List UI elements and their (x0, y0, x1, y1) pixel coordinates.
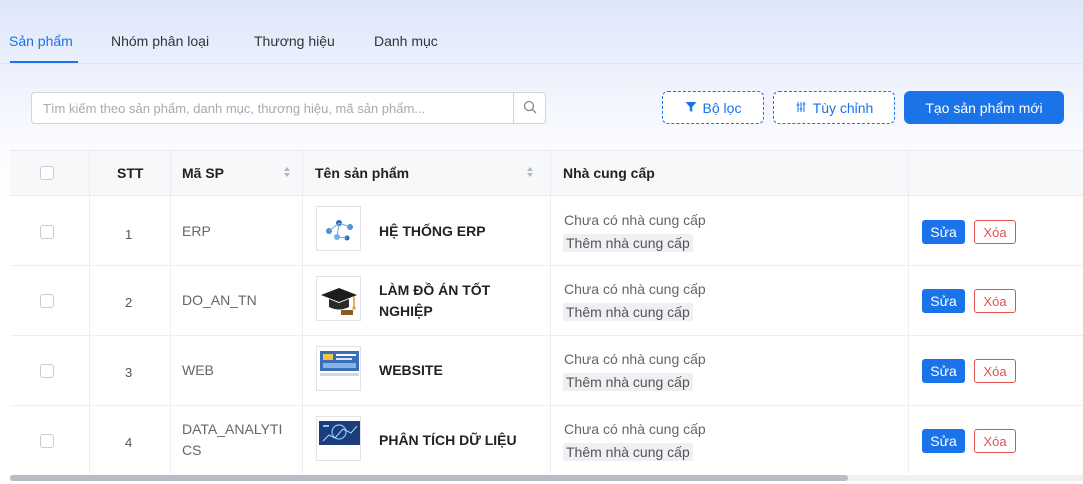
delete-button[interactable]: Xóa (974, 220, 1016, 244)
add-supplier-link[interactable]: Thêm nhà cung cấp (563, 234, 693, 252)
tab-bar: Sản phẩm Nhóm phân loại Thương hiệu Danh… (0, 0, 1083, 64)
delete-button[interactable]: Xóa (974, 289, 1016, 313)
row-product-name: PHÂN TÍCH DỮ LIỆU (379, 432, 517, 448)
add-supplier-link[interactable]: Thêm nhà cung cấp (563, 303, 693, 321)
row-stt: 2 (125, 295, 133, 310)
edit-button[interactable]: Sửa (922, 220, 965, 244)
network-image (316, 206, 361, 251)
create-product-button[interactable]: Tạo sản phẩm mới (904, 91, 1064, 124)
delete-button[interactable]: Xóa (974, 359, 1016, 383)
row-supplier: Chưa có nhà cung cấp (564, 351, 706, 367)
product-table: STT Mã SP Tên sản phẩm Nhà cung cấp 1 ER… (10, 150, 1083, 473)
search-input[interactable] (32, 93, 514, 123)
row-checkbox[interactable] (40, 225, 54, 239)
data-analytics-image (316, 416, 361, 461)
table-row: 2 DO_AN_TN LÀM ĐỒ ÁN TỐT NGHIỆP Chưa có … (10, 266, 1083, 336)
row-code: DATA_ANALYTI CS (182, 421, 283, 458)
tab-thuong-hieu[interactable]: Thương hiệu (254, 33, 335, 49)
delete-button[interactable]: Xóa (974, 429, 1016, 453)
row-code: WEB (182, 362, 214, 378)
table-row: 1 ERP HỆ THỐNG ERP Chưa có nhà cung cấp … (10, 196, 1083, 266)
row-supplier: Chưa có nhà cung cấp (564, 212, 706, 228)
sliders-icon (795, 100, 807, 116)
row-checkbox[interactable] (40, 364, 54, 378)
edit-button[interactable]: Sửa (922, 359, 965, 383)
row-stt: 4 (125, 435, 133, 450)
tab-san-pham[interactable]: Sản phẩm (9, 33, 73, 49)
tab-danh-muc[interactable]: Danh mục (374, 33, 438, 49)
row-checkbox[interactable] (40, 434, 54, 448)
row-stt: 1 (125, 227, 133, 242)
table-header: STT Mã SP Tên sản phẩm Nhà cung cấp (10, 151, 1083, 196)
sort-icon[interactable] (527, 167, 534, 179)
tab-nhom-phan-loai[interactable]: Nhóm phân loại (111, 33, 209, 49)
customize-button[interactable]: Tùy chỉnh (773, 91, 895, 124)
filter-icon (685, 100, 697, 116)
website-image (316, 346, 361, 391)
table-row: 3 WEB WEBSITE Chưa có nhà cung cấp Thêm … (10, 336, 1083, 406)
customize-label: Tùy chỉnh (812, 99, 874, 116)
row-product-name: WEBSITE (379, 362, 443, 378)
add-supplier-link[interactable]: Thêm nhà cung cấp (563, 443, 693, 461)
edit-button[interactable]: Sửa (922, 289, 965, 313)
add-supplier-link[interactable]: Thêm nhà cung cấp (563, 373, 693, 391)
search-button[interactable] (513, 93, 545, 123)
row-checkbox[interactable] (40, 294, 54, 308)
search-box (31, 92, 546, 124)
select-all-checkbox[interactable] (40, 166, 54, 180)
sort-icon[interactable] (284, 167, 291, 179)
horizontal-scrollbar-thumb[interactable] (10, 475, 848, 481)
row-supplier: Chưa có nhà cung cấp (564, 281, 706, 297)
row-supplier: Chưa có nhà cung cấp (564, 421, 706, 437)
header-supplier: Nhà cung cấp (563, 165, 655, 181)
row-product-name: HỆ THỐNG ERP (379, 223, 486, 239)
header-code[interactable]: Mã SP (182, 165, 224, 181)
header-stt: STT (117, 165, 144, 181)
row-code: ERP (182, 223, 211, 239)
tabs-divider (0, 63, 1083, 64)
filter-button[interactable]: Bộ lọc (662, 91, 764, 124)
graduation-cap-image (316, 276, 361, 321)
row-stt: 3 (125, 365, 133, 380)
search-icon (523, 100, 537, 117)
table-row: 4 DATA_ANALYTI CS PHÂN TÍCH DỮ LIỆU Chưa… (10, 406, 1083, 473)
row-product-name: LÀM ĐỒ ÁN TỐT NGHIỆP (379, 282, 491, 319)
header-name[interactable]: Tên sản phẩm (315, 165, 409, 181)
row-code: DO_AN_TN (182, 292, 257, 308)
edit-button[interactable]: Sửa (922, 429, 965, 453)
filter-label: Bộ lọc (702, 99, 742, 116)
